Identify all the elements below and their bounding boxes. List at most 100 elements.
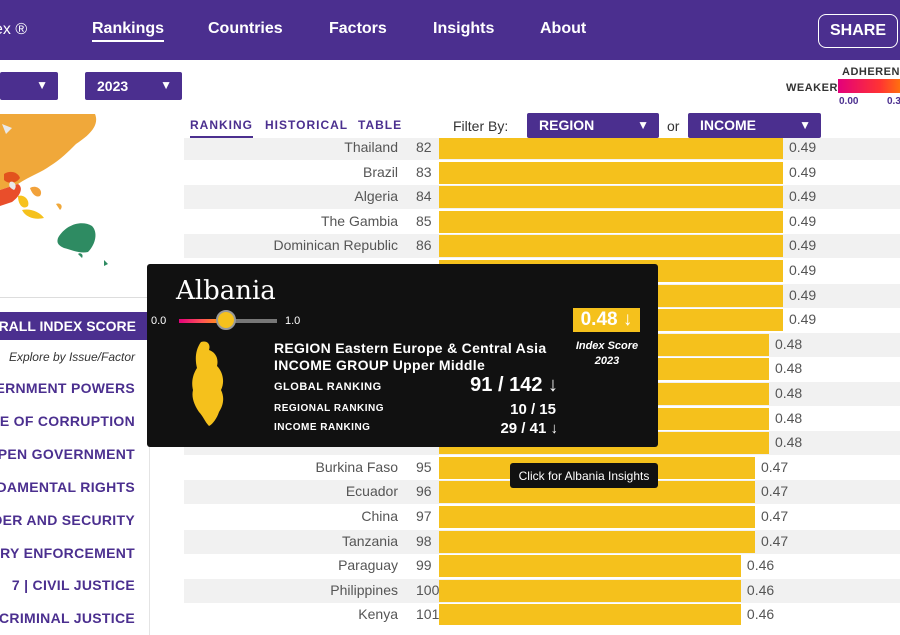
country-name: The Gambia — [320, 212, 398, 229]
country-score: 0.47 — [760, 508, 789, 524]
region-select[interactable]: REGION ▼ — [527, 113, 659, 138]
albania-insights-tooltip[interactable]: Click for Albania Insights — [510, 463, 658, 488]
table-row[interactable]: Thailand 82 0.49 — [184, 138, 900, 160]
nav-insights[interactable]: Insights — [433, 20, 494, 38]
score-bar[interactable] — [439, 579, 741, 602]
score-bar[interactable] — [439, 555, 741, 578]
country-rank: 97 — [416, 508, 432, 524]
tab-historical[interactable]: HISTORICAL — [265, 118, 348, 132]
legend-gradient — [838, 79, 900, 93]
country-name: Ecuador — [345, 483, 398, 500]
score-bar[interactable] — [439, 186, 783, 209]
view-select[interactable]: ▼ — [0, 72, 58, 100]
country-score: 0.47 — [760, 458, 789, 475]
year-select[interactable]: 2023 ▼ — [85, 72, 182, 100]
score-slider-knob — [216, 310, 237, 330]
income-ranking-value: 29 / 41 ↓ — [500, 420, 558, 437]
table-row[interactable]: Dominican Republic 86 0.49 — [184, 234, 900, 259]
country-score: 0.49 — [788, 212, 817, 229]
factor-civil-justice[interactable]: 7 | CIVIL JUSTICE — [12, 577, 135, 593]
income-select-label: INCOME — [700, 117, 756, 133]
country-name: China — [361, 508, 398, 524]
index-score-label: Index Score — [575, 340, 639, 352]
overall-index-score-label: RALL INDEX SCORE — [0, 318, 136, 334]
regional-ranking-label: REGIONAL RANKING — [274, 403, 385, 414]
table-row[interactable]: China 97 0.47 — [184, 505, 900, 529]
table-row[interactable]: Paraguay 99 0.46 — [184, 554, 900, 578]
country-name: Paraguay — [338, 557, 398, 574]
factor-open-government[interactable]: OPEN GOVERNMENT — [0, 446, 135, 462]
country-score: 0.48 — [774, 335, 803, 352]
country-score: 0.49 — [788, 188, 817, 205]
tooltip-region: REGION Eastern Europe & Central Asia — [274, 340, 547, 356]
country-score: 0.49 — [788, 311, 817, 328]
regional-ranking-value: 10 / 15 — [510, 401, 556, 418]
country-rank: 100 — [416, 581, 440, 598]
country-name: Brazil — [362, 163, 398, 180]
filter-by-label: Filter By: — [453, 118, 509, 134]
country-score: 0.47 — [760, 483, 789, 500]
nav-about[interactable]: About — [540, 20, 586, 38]
country-rank: 83 — [416, 163, 432, 180]
factor-order-and-security[interactable]: DER AND SECURITY — [0, 512, 135, 528]
table-row[interactable]: The Gambia 85 0.49 — [184, 210, 900, 234]
country-name: Algeria — [354, 188, 398, 205]
country-score: 0.49 — [788, 286, 817, 303]
country-tooltip: Albania 0.0 1.0 REGION Eastern Europe & … — [147, 264, 658, 447]
tab-ranking[interactable]: RANKING — [190, 118, 253, 138]
share-button[interactable]: SHARE — [818, 14, 898, 48]
score-bar[interactable] — [439, 210, 783, 233]
factor-criminal-justice[interactable]: CRIMINAL JUSTICE — [0, 610, 135, 626]
table-row[interactable]: Tanzania 98 0.47 — [184, 529, 900, 554]
left-panel: RALL INDEX SCORE Explore by Issue/Factor… — [0, 114, 150, 635]
country-rank: 95 — [416, 458, 432, 475]
explore-by-factor-label: Explore by Issue/Factor — [8, 350, 135, 364]
brand-logo[interactable]: ex ® — [0, 21, 27, 39]
year-select-label: 2023 — [97, 78, 129, 94]
country-score: 0.46 — [746, 606, 775, 623]
country-score: 0.49 — [788, 262, 817, 278]
factor-regulatory-enforcement[interactable]: ORY ENFORCEMENT — [0, 545, 135, 561]
country-name: Dominican Republic — [273, 237, 398, 254]
nav-countries[interactable]: Countries — [208, 20, 283, 38]
income-select[interactable]: INCOME ▼ — [688, 113, 821, 138]
score-bar[interactable] — [439, 138, 783, 159]
tooltip-country-name: Albania — [176, 276, 276, 306]
country-rank: 85 — [416, 212, 432, 229]
country-score: 0.47 — [760, 532, 789, 549]
region-select-label: REGION — [539, 117, 595, 133]
factor-fundamental-rights[interactable]: DAMENTAL RIGHTS — [0, 479, 135, 495]
or-label: or — [667, 118, 680, 134]
tab-table[interactable]: TABLE — [358, 118, 402, 132]
country-rank: 98 — [416, 532, 432, 549]
nav-factors[interactable]: Factors — [329, 20, 387, 38]
score-bar[interactable] — [439, 235, 783, 258]
table-row[interactable]: Philippines 100 0.46 — [184, 578, 900, 603]
slider-max-label: 1.0 — [285, 315, 301, 327]
overall-index-score-button[interactable]: RALL INDEX SCORE — [0, 312, 150, 340]
country-name: Thailand — [344, 139, 398, 155]
tooltip-income-group: INCOME GROUP Upper Middle — [274, 357, 486, 373]
global-ranking-label: GLOBAL RANKING — [274, 381, 382, 393]
albania-map-icon — [192, 341, 224, 426]
score-bar[interactable] — [439, 604, 741, 625]
score-bar[interactable] — [439, 530, 755, 553]
world-map[interactable] — [0, 114, 150, 298]
factor-absence-of-corruption[interactable]: CE OF CORRUPTION — [0, 413, 135, 429]
nav-rankings[interactable]: Rankings — [92, 20, 165, 42]
table-row[interactable]: Kenya 101 0.46 — [184, 603, 900, 625]
country-name: Kenya — [358, 606, 398, 623]
score-bar[interactable] — [439, 506, 755, 528]
global-ranking-value: 91 / 142 ↓ — [470, 374, 558, 396]
legend-next: 0.3 — [887, 96, 900, 107]
table-row[interactable]: Brazil 83 0.49 — [184, 161, 900, 185]
factor-constraints-on-government-powers[interactable]: ERNMENT POWERS — [0, 380, 135, 396]
country-rank: 86 — [416, 237, 432, 254]
table-row[interactable]: Algeria 84 0.49 — [184, 185, 900, 210]
chevron-down-icon: ▼ — [36, 78, 48, 92]
score-bar[interactable] — [439, 161, 783, 184]
country-rank: 96 — [416, 483, 432, 500]
country-name: Burkina Faso — [315, 458, 398, 475]
country-score: 0.49 — [788, 237, 817, 254]
country-score: 0.46 — [746, 557, 775, 574]
